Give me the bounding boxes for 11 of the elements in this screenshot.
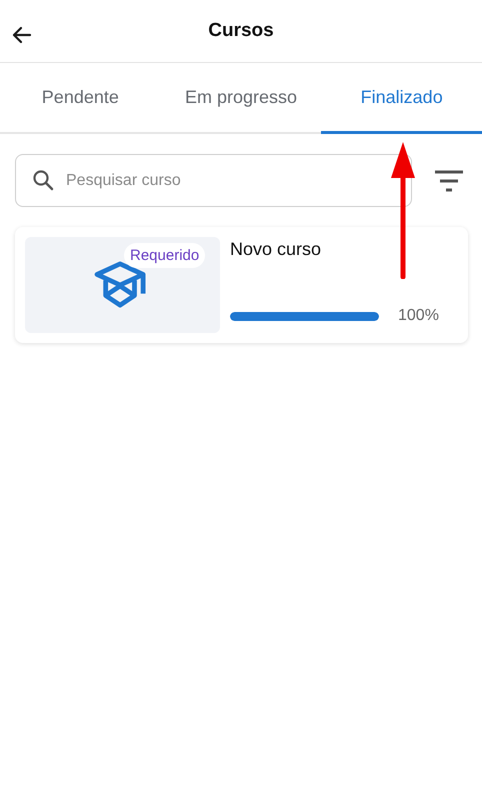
tab[interactable]: Finalizado bbox=[321, 63, 482, 134]
course-title: Novo curso bbox=[230, 239, 322, 260]
page-title: Cursos bbox=[208, 20, 274, 42]
search-field[interactable]: Pesquisar curso bbox=[15, 154, 412, 207]
progress-reading: 100% bbox=[398, 307, 439, 325]
required-badge: Requerido bbox=[124, 243, 206, 268]
course-card[interactable]: Requerido Novo curso 100% bbox=[15, 227, 468, 343]
filter-icon[interactable] bbox=[434, 170, 464, 192]
tab[interactable]: Pendente bbox=[0, 63, 161, 134]
tab[interactable]: Em progresso bbox=[160, 63, 322, 134]
search-icon bbox=[31, 168, 55, 192]
